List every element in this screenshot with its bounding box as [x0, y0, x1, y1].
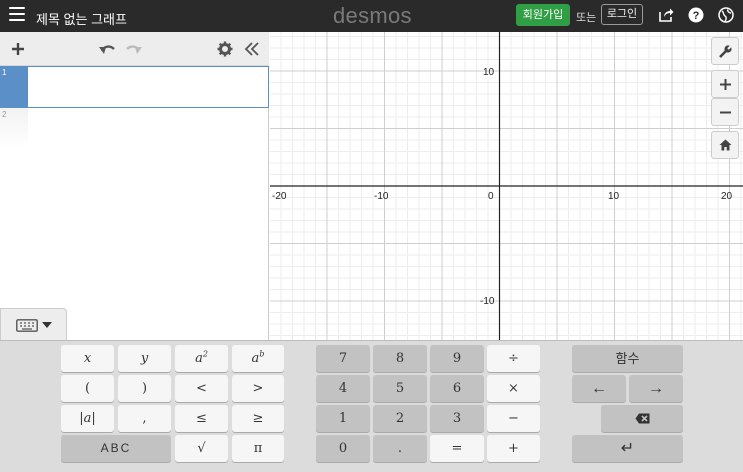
expression-toolbar — [0, 32, 269, 66]
key-5[interactable]: 5 — [373, 375, 427, 402]
key-a-power-b-exponent: b — [259, 349, 265, 359]
key-cursor-left[interactable]: ← — [572, 375, 626, 402]
top-bar: 제목 없는 그래프 desmos 회원가입 또는 로그인 ? — [0, 0, 743, 32]
expression-index-tab[interactable]: 1 — [0, 66, 28, 108]
graph-canvas[interactable]: -20 -10 0 10 20 10 -10 — [270, 32, 743, 340]
key-a-squared[interactable]: a2 — [175, 345, 228, 372]
or-text: 또는 — [576, 12, 597, 24]
x-tick-label: -20 — [272, 191, 287, 202]
plus-icon — [720, 79, 731, 90]
key-2[interactable]: 2 — [373, 405, 427, 432]
key-a-squared-exponent: 2 — [202, 349, 208, 359]
key-enter[interactable]: ↵ — [572, 435, 683, 462]
key-1[interactable]: 1 — [316, 405, 370, 432]
x-tick-label: 10 — [608, 191, 620, 202]
signup-button[interactable]: 회원가입 — [516, 4, 570, 26]
default-zoom-button[interactable] — [711, 131, 739, 159]
x-tick-label: -10 — [374, 191, 389, 202]
key-sqrt[interactable]: √ — [175, 435, 228, 462]
expression-list: 1 2 — [0, 32, 269, 340]
key-backspace[interactable] — [601, 405, 683, 432]
key-cursor-right[interactable]: → — [629, 375, 683, 402]
key-decimal[interactable]: . — [373, 435, 427, 462]
svg-text:?: ? — [693, 10, 700, 22]
key-functions[interactable]: 함수 — [572, 345, 683, 372]
collapse-panel-icon[interactable] — [243, 41, 261, 57]
undo-icon[interactable] — [98, 41, 116, 57]
expression-index: 2 — [2, 110, 7, 119]
globe-icon[interactable] — [718, 7, 734, 23]
key-comma[interactable]: , — [118, 405, 171, 432]
key-open-paren[interactable]: ( — [61, 375, 114, 402]
key-4[interactable]: 4 — [316, 375, 370, 402]
backspace-icon — [635, 413, 650, 424]
expression-input[interactable] — [28, 66, 269, 108]
share-icon[interactable] — [658, 7, 674, 23]
desmos-logo: desmos — [333, 3, 412, 28]
key-close-paren[interactable]: ) — [118, 375, 171, 402]
keyboard-icon — [16, 319, 38, 332]
key-y[interactable]: y — [118, 345, 171, 372]
wrench-icon — [719, 44, 733, 58]
login-button[interactable]: 로그인 — [601, 4, 643, 25]
key-6[interactable]: 6 — [430, 375, 484, 402]
key-equals[interactable]: = — [430, 435, 484, 462]
key-pi[interactable]: π — [232, 435, 284, 462]
key-x[interactable]: x — [61, 345, 114, 372]
key-less-equal[interactable]: ≤ — [175, 405, 228, 432]
minus-icon — [720, 111, 731, 114]
key-less-than[interactable]: < — [175, 375, 228, 402]
key-0[interactable]: 0 — [316, 435, 370, 462]
key-greater-than[interactable]: > — [232, 375, 284, 402]
expression-index: 1 — [2, 68, 7, 77]
key-absolute-value[interactable]: |a| — [61, 405, 114, 432]
zoom-in-button[interactable] — [711, 70, 739, 98]
desmos-app: 제목 없는 그래프 desmos 회원가입 또는 로그인 ? 1 2 -20 -… — [0, 0, 743, 472]
graph-settings-button[interactable] — [711, 37, 739, 65]
key-8[interactable]: 8 — [373, 345, 427, 372]
expression-row[interactable]: 1 — [0, 66, 269, 108]
expression-row[interactable]: 2 — [0, 108, 28, 148]
x-tick-label: 0 — [488, 191, 494, 202]
graph-title[interactable]: 제목 없는 그래프 — [36, 9, 127, 28]
key-7[interactable]: 7 — [316, 345, 370, 372]
key-a-power-b[interactable]: ab — [232, 345, 284, 372]
chevron-down-icon — [42, 322, 52, 328]
key-a-squared-base: a — [195, 351, 203, 366]
math-keypad: x y a2 ab ( ) < > |a| , ≤ ≥ ABC √ π 7 8 … — [0, 340, 743, 472]
y-tick-label: -10 — [480, 296, 495, 307]
redo-icon[interactable] — [125, 41, 143, 57]
key-plus[interactable]: + — [487, 435, 540, 462]
graph-paper[interactable]: -20 -10 0 10 20 10 -10 — [270, 32, 743, 340]
gear-icon[interactable] — [216, 41, 234, 57]
home-icon — [719, 139, 732, 151]
zoom-out-button[interactable] — [711, 98, 739, 126]
x-tick-label: 20 — [721, 191, 733, 202]
y-tick-label: 10 — [483, 67, 495, 78]
key-9[interactable]: 9 — [430, 345, 484, 372]
key-3[interactable]: 3 — [430, 405, 484, 432]
key-greater-equal[interactable]: ≥ — [232, 405, 284, 432]
key-multiply[interactable]: × — [487, 375, 540, 402]
keyboard-toggle-button[interactable] — [0, 308, 67, 340]
menu-icon[interactable] — [9, 7, 25, 23]
key-minus[interactable]: − — [487, 405, 540, 432]
help-icon[interactable]: ? — [688, 7, 704, 23]
add-icon[interactable] — [9, 41, 27, 57]
key-abc[interactable]: ABC — [61, 435, 171, 462]
key-divide[interactable]: ÷ — [487, 345, 540, 372]
